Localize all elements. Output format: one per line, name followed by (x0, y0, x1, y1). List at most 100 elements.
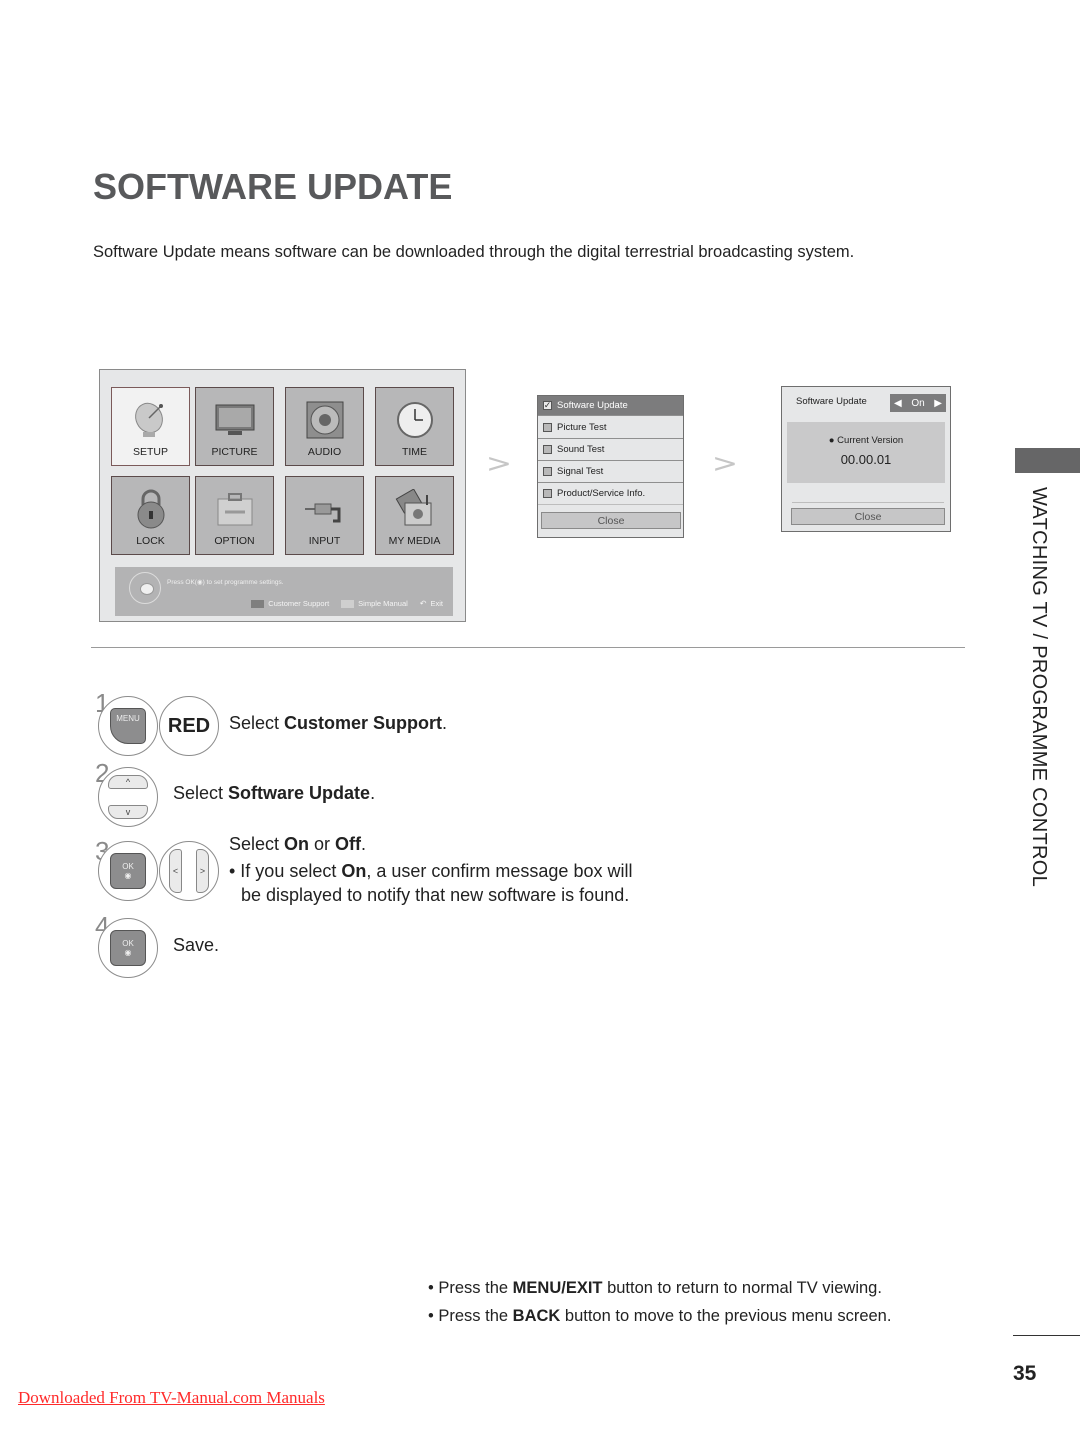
software-update-label: Software Update (796, 396, 867, 407)
menu-tile-input[interactable]: INPUT (285, 476, 364, 555)
step-4-text: Save. (173, 935, 220, 955)
customer-support-menu: ✓ Software Update Picture Test Sound Tes… (537, 395, 684, 538)
chapter-title: WATCHING TV / PROGRAMME CONTROL (1028, 487, 1050, 888)
customer-support-key[interactable]: Customer Support (268, 599, 329, 608)
menu-button[interactable]: MENU (110, 708, 146, 744)
item-label: Software Update (557, 400, 628, 411)
text: button to move to the previous menu scre… (560, 1306, 892, 1325)
right-arrow-icon[interactable]: ▶ (934, 398, 942, 409)
menu-tile-my-media[interactable]: MY MEDIA (375, 476, 454, 555)
cable-plug-icon (304, 503, 340, 523)
section-divider (91, 647, 965, 648)
note-item: • Press the MENU/EXIT button to return t… (428, 1275, 891, 1303)
up-button[interactable]: ^ (108, 775, 148, 789)
media-photos-icon (395, 489, 431, 526)
menu-tile-lock[interactable]: LOCK (111, 476, 190, 555)
tile-label: OPTION (214, 535, 255, 547)
step-3-text: Select On or Off. (229, 834, 366, 855)
menu-item-picture-test[interactable]: Picture Test (538, 417, 683, 439)
ok-button[interactable]: OK ◉ (110, 853, 146, 889)
checkbox-icon (543, 489, 552, 498)
text: . (442, 713, 448, 733)
text: Select (229, 713, 285, 733)
text: Select (229, 834, 285, 854)
page-number: 35 (1013, 1362, 1037, 1385)
red-button[interactable]: RED (168, 715, 210, 738)
current-version-box: ● Current Version 00.00.01 (787, 422, 945, 483)
bold-text: On (284, 834, 310, 854)
up-down-button-ring: ^ v (98, 767, 158, 827)
menu-item-signal-test[interactable]: Signal Test (538, 461, 683, 483)
text: , a user confirm message box will (366, 861, 633, 881)
simple-manual-key[interactable]: Simple Manual (358, 599, 408, 608)
ok-label: OK (122, 862, 134, 871)
item-label: Sound Test (557, 444, 605, 455)
checkbox-icon (543, 445, 552, 454)
left-right-button-ring: < > (159, 841, 219, 901)
ok-button[interactable]: OK ◉ (110, 930, 146, 966)
step-2-text: Select Software Update. (173, 783, 375, 804)
menu-tile-setup[interactable]: SETUP (111, 387, 190, 466)
exit-key[interactable]: Exit (430, 599, 443, 608)
bold-text: MENU/EXIT (512, 1279, 603, 1297)
checkbox-checked-icon: ✓ (543, 400, 552, 410)
page-number-rule (1013, 1335, 1080, 1336)
menu-item-software-update[interactable]: ✓ Software Update (538, 396, 683, 416)
menu-item-product-service-info[interactable]: Product/Service Info. (538, 483, 683, 505)
text: • Press the (428, 1279, 513, 1297)
note-item: • Press the BACK button to move to the p… (428, 1303, 891, 1331)
close-button[interactable]: Close (541, 512, 681, 529)
right-button[interactable]: > (196, 849, 209, 893)
text: • Press the (428, 1306, 513, 1325)
menu-tile-option[interactable]: OPTION (195, 476, 274, 555)
text: or (309, 834, 336, 854)
next-arrow-icon: > (485, 449, 512, 479)
divider (792, 502, 944, 503)
down-button[interactable]: v (108, 805, 148, 819)
red-key-swatch (251, 599, 265, 608)
green-key-swatch (341, 599, 355, 608)
footer-key-legend: Customer Support Simple Manual ↶ Exit (251, 599, 443, 608)
menu-tile-audio[interactable]: AUDIO (285, 387, 364, 466)
menu-tile-time[interactable]: TIME (375, 387, 454, 466)
notes: • Press the MENU/EXIT button to return t… (428, 1275, 891, 1330)
hint-prefix: Press OK( (167, 579, 197, 586)
bold-text: Customer Support (284, 713, 443, 733)
bold-text: BACK (512, 1306, 561, 1325)
padlock-icon (137, 489, 164, 529)
ok-dot-icon: ◉ (124, 948, 132, 957)
back-exit-icon: ↶ (419, 599, 427, 608)
on-off-selector[interactable]: ◀ On ▶ (890, 394, 946, 412)
bold-text: Software Update (228, 783, 371, 803)
tile-label: PICTURE (211, 446, 258, 458)
tile-label: AUDIO (307, 446, 342, 458)
tile-label: TIME (401, 446, 428, 458)
text: . (370, 783, 376, 803)
chapter-tab-marker (1015, 448, 1080, 473)
step-1-text: Select Customer Support. (229, 713, 447, 734)
footer-hint: Press OK(◉) to set programme settings. (167, 578, 284, 586)
ok-label: OK (122, 939, 134, 948)
step-3-bullet: • If you select On, a user confirm messa… (229, 861, 632, 882)
current-version-value: 00.00.01 (840, 452, 892, 467)
page-title: SOFTWARE UPDATE (93, 166, 453, 207)
menu-tile-picture[interactable]: PICTURE (195, 387, 274, 466)
left-button[interactable]: < (169, 849, 182, 893)
ok-button-ring: OK ◉ (98, 918, 158, 978)
satellite-dish-icon (134, 402, 163, 437)
menu-item-sound-test[interactable]: Sound Test (538, 439, 683, 461)
checkbox-icon (543, 467, 552, 476)
item-label: Product/Service Info. (557, 488, 646, 499)
bold-text: On (341, 861, 367, 881)
nav-wheel-icon (129, 572, 161, 604)
tile-label: INPUT (308, 535, 341, 547)
checkbox-icon (543, 423, 552, 432)
clock-icon (396, 402, 433, 438)
selector-value: On (911, 397, 925, 409)
source-link[interactable]: Downloaded From TV-Manual.com Manuals (18, 1388, 325, 1408)
close-button[interactable]: Close (791, 508, 945, 525)
left-arrow-icon[interactable]: ◀ (894, 398, 902, 409)
software-update-panel: Software Update ◀ On ▶ ● Current Version… (781, 386, 951, 532)
red-button-ring: RED (159, 696, 219, 756)
ok-dot-icon: ◉ (124, 871, 132, 880)
